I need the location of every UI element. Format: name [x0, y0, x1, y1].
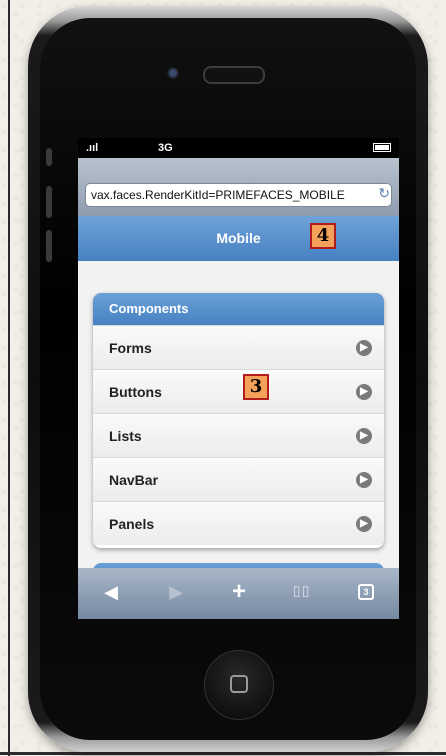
home-button[interactable]	[204, 650, 274, 720]
bookmarks-icon[interactable]: ⌷⌷	[288, 584, 314, 601]
battery-icon	[373, 143, 391, 152]
left-divider	[8, 0, 10, 756]
list-item-label: NavBar	[109, 472, 159, 488]
panel-title: Components	[93, 293, 384, 325]
list-item-navbar[interactable]: NavBar ▶	[93, 457, 384, 501]
list-item-label: Buttons	[109, 384, 162, 400]
forward-icon[interactable]: ▶	[163, 582, 189, 603]
url-input[interactable]: vax.faces.RenderKitId=PRIMEFACES_MOBILE	[85, 183, 392, 207]
signal-icon: .ııl	[86, 142, 99, 154]
chevron-right-icon: ▶	[356, 428, 372, 444]
chevron-right-icon: ▶	[356, 340, 372, 356]
add-bookmark-icon[interactable]: +	[226, 578, 252, 606]
home-square-icon	[230, 675, 248, 693]
list-item-label: Lists	[109, 428, 142, 444]
page-title: Mobile	[216, 230, 261, 246]
earpiece-speaker	[203, 66, 265, 84]
volume-down-button	[46, 230, 52, 262]
page-header: Mobile	[78, 216, 399, 261]
front-camera	[166, 66, 180, 80]
chevron-right-icon: ▶	[356, 384, 372, 400]
status-bar: .ııl 3G	[78, 138, 399, 158]
list-item-buttons[interactable]: Buttons ▶	[93, 369, 384, 413]
list-item-forms[interactable]: Forms ▶	[93, 325, 384, 369]
annotation-badge-3: 3	[243, 374, 269, 400]
bottom-divider	[0, 752, 446, 755]
browser-url-bar: vax.faces.RenderKitId=PRIMEFACES_MOBILE …	[78, 158, 399, 216]
phone-screen: .ııl 3G vax.faces.RenderKitId=PRIMEFACES…	[78, 138, 399, 619]
reload-icon[interactable]: ↻	[378, 185, 390, 202]
browser-toolbar: ◀ ▶ + ⌷⌷ 3	[78, 568, 399, 619]
list-item-panels[interactable]: Panels ▶	[93, 501, 384, 545]
volume-up-button	[46, 186, 52, 218]
components-panel: Components Forms ▶ Buttons ▶ Lists ▶ Nav…	[93, 293, 384, 548]
chevron-right-icon: ▶	[356, 472, 372, 488]
carrier-label: 3G	[158, 142, 173, 154]
list-item-label: Panels	[109, 516, 155, 532]
list-item-lists[interactable]: Lists ▶	[93, 413, 384, 457]
back-icon[interactable]: ◀	[98, 582, 124, 603]
annotation-badge-4: 4	[310, 223, 336, 249]
tabs-icon[interactable]: 3	[358, 584, 374, 600]
page-content: Components Forms ▶ Buttons ▶ Lists ▶ Nav…	[78, 261, 399, 583]
chevron-right-icon: ▶	[356, 516, 372, 532]
mute-switch	[46, 148, 52, 166]
list-item-label: Forms	[109, 340, 152, 356]
